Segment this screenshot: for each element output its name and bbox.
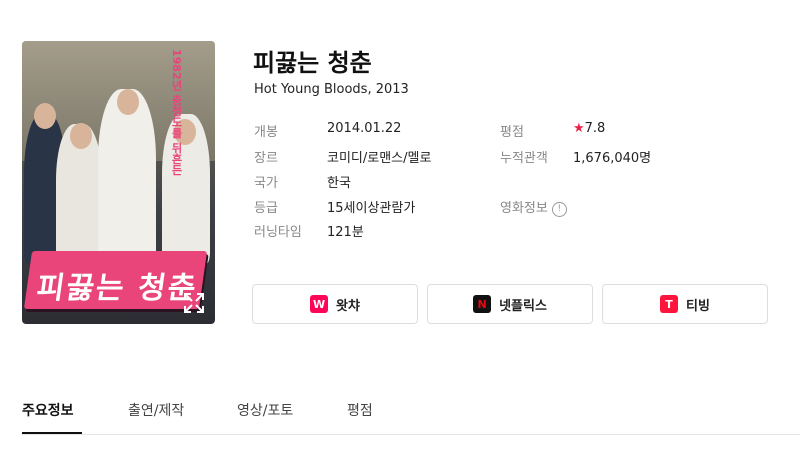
- poster-figure: [98, 89, 156, 264]
- movie-info-link[interactable]: 영화정보!: [500, 197, 567, 217]
- release-value: 2014.01.22: [327, 121, 402, 136]
- content-tabs: 주요정보 출연/제작 영상/포토 평점: [22, 398, 800, 435]
- movie-info-label: 영화정보: [500, 201, 548, 216]
- audience-value: 1,676,040명: [573, 151, 652, 166]
- tab-video-photo[interactable]: 영상/포토: [237, 400, 293, 420]
- info-icon[interactable]: !: [551, 202, 567, 217]
- audience-label: 누적관객: [500, 151, 548, 166]
- netflix-label: 넷플릭스: [499, 298, 547, 314]
- release-label: 개봉: [254, 125, 278, 140]
- score-label: 평점: [500, 125, 524, 140]
- genre-value: 코미디/로맨스/멜로: [327, 151, 432, 166]
- netflix-button[interactable]: N 넷플릭스: [427, 284, 593, 324]
- active-tab-indicator: [22, 432, 82, 434]
- tab-main-info[interactable]: 주요정보: [22, 400, 74, 420]
- watcha-label: 왓챠: [336, 298, 360, 314]
- poster-tagline: 1982년 충청도를 뒤흔든: [170, 49, 183, 176]
- rating-label: 등급: [254, 201, 278, 216]
- runtime-value: 121분: [327, 225, 364, 240]
- star-icon: ★: [573, 121, 585, 136]
- tving-icon: T: [660, 295, 679, 313]
- movie-poster[interactable]: 1982년 충청도를 뒤흔든 피끓는 청춘: [22, 41, 215, 324]
- genre-label: 장르: [254, 151, 278, 166]
- tab-rating[interactable]: 평점: [347, 400, 373, 420]
- poster-title-art: 피끓는 청춘: [23, 251, 208, 309]
- watcha-icon: W: [310, 295, 329, 313]
- poster-face: [34, 103, 56, 129]
- netflix-icon: N: [473, 295, 492, 313]
- rating-value: 15세이상관람가: [327, 201, 416, 216]
- country-value: 한국: [327, 176, 351, 191]
- movie-subtitle: Hot Young Bloods, 2013: [254, 82, 409, 97]
- runtime-label: 러닝타임: [254, 225, 302, 240]
- poster-title-text: 피끓는 청춘: [34, 271, 200, 306]
- score-value-wrap: ★7.8: [573, 121, 605, 136]
- expand-icon[interactable]: [183, 292, 205, 314]
- tving-label: 티빙: [686, 298, 710, 314]
- country-label: 국가: [254, 176, 278, 191]
- tab-cast-crew[interactable]: 출연/제작: [128, 400, 184, 420]
- watcha-button[interactable]: W 왓챠: [252, 284, 418, 324]
- poster-face: [70, 123, 92, 149]
- movie-title: 피끓는 청춘: [253, 49, 372, 77]
- poster-face: [117, 89, 139, 115]
- score-value: 7.8: [584, 121, 606, 136]
- tving-button[interactable]: T 티빙: [602, 284, 768, 324]
